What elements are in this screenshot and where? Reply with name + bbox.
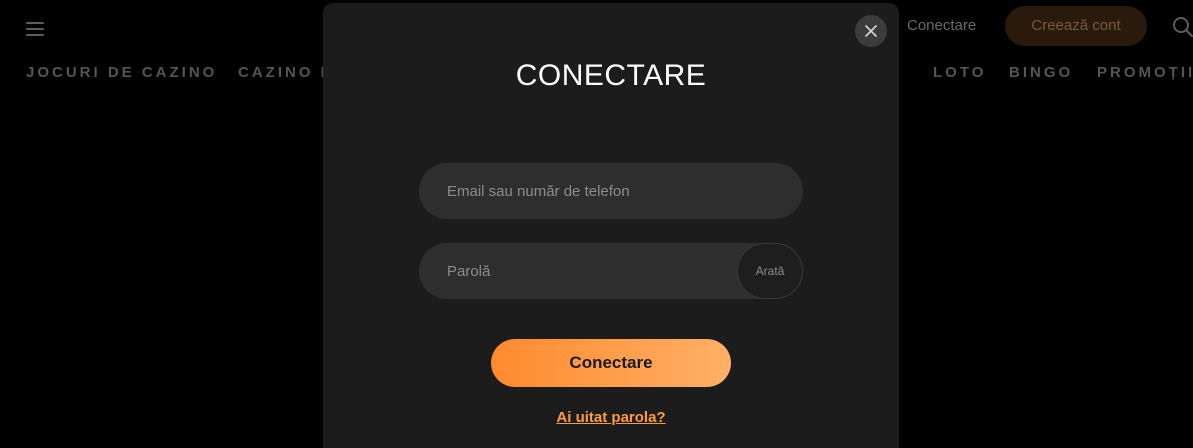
nav-item-casino-games[interactable]: JOCURI DE CAZINO: [26, 64, 217, 82]
nav-item-live-casino[interactable]: CAZINO L: [238, 64, 333, 82]
hamburger-menu-icon[interactable]: [26, 22, 44, 36]
email-field[interactable]: [419, 163, 803, 219]
close-icon: [865, 25, 877, 37]
close-button[interactable]: [855, 15, 887, 47]
nav-item-bingo[interactable]: BINGO: [1009, 64, 1073, 82]
forgot-password-link[interactable]: Ai uitat parola?: [323, 409, 899, 427]
show-password-button[interactable]: Arată: [737, 243, 803, 299]
modal-title: CONECTARE: [515, 59, 707, 92]
email-input[interactable]: [419, 163, 719, 219]
password-field[interactable]: Arată: [419, 243, 803, 299]
create-account-button[interactable]: Creează cont: [1005, 6, 1147, 46]
nav-item-promotions[interactable]: PROMOȚII: [1097, 64, 1193, 82]
password-input[interactable]: [419, 243, 719, 299]
header-login-link[interactable]: Conectare: [907, 17, 976, 35]
nav-item-loto[interactable]: LOTO: [933, 64, 986, 82]
login-modal: CONECTARE Arată Conectare Ai uitat parol…: [323, 3, 899, 448]
page: Conectare Creează cont JOCURI DE CAZINO …: [0, 0, 1193, 448]
login-submit-button[interactable]: Conectare: [491, 339, 731, 387]
search-icon[interactable]: [1172, 16, 1193, 38]
